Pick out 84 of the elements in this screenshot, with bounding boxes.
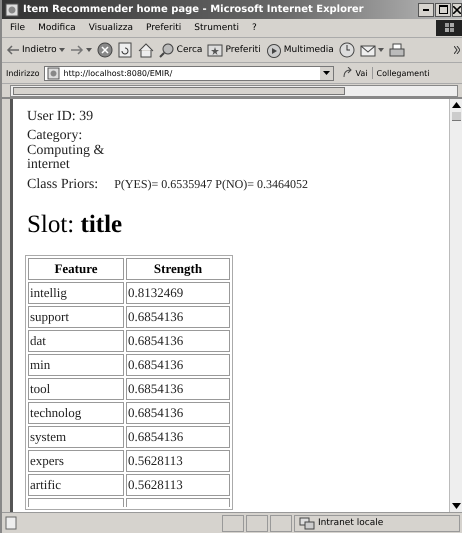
chevron-icon (454, 46, 460, 54)
status-pane (246, 514, 268, 532)
column-header: Feature (28, 258, 124, 280)
history-button[interactable] (338, 42, 355, 58)
column-header: Strength (126, 258, 230, 280)
table-cell: expers (28, 450, 124, 472)
stop-button[interactable] (96, 42, 113, 58)
scrollbar-thumb[interactable] (452, 112, 460, 121)
scrollbar-thumb[interactable] (13, 87, 345, 95)
browser-icon (5, 2, 19, 16)
dropdown-caret-icon (322, 71, 330, 75)
table-cell: technolog (28, 402, 124, 424)
class-priors-label: Class Priors: (27, 177, 98, 194)
table-cell: 0.6854136 (126, 402, 230, 424)
page-icon (46, 66, 60, 80)
table-cell: 0.5628113 (126, 450, 230, 472)
minimize-icon (423, 8, 429, 10)
dropdown-caret-icon (378, 48, 384, 52)
table-cell: artific (28, 474, 124, 496)
status-pane (222, 514, 244, 532)
table-cell: tool (28, 378, 124, 400)
forward-button[interactable] (70, 44, 92, 56)
table-cell: system (28, 426, 124, 448)
table-cell: 0.6854136 (126, 306, 230, 328)
table-cell: dat (28, 330, 124, 352)
menu-item[interactable]: Visualizza (88, 23, 134, 33)
address-label: Indirizzo (6, 68, 40, 78)
dropdown-caret-icon (58, 48, 65, 52)
mail-icon (360, 42, 376, 58)
maximize-icon (438, 5, 448, 14)
mail-button[interactable] (360, 42, 384, 58)
back-button[interactable]: Indietro (6, 44, 65, 56)
search-button[interactable]: Cerca (158, 42, 202, 58)
go-button[interactable]: Vai (338, 67, 373, 79)
table-cell: 0.6854136 (126, 378, 230, 400)
print-button[interactable] (388, 42, 405, 58)
clock-icon (338, 42, 355, 58)
table-cell: min (28, 354, 124, 376)
forward-arrow-icon (70, 44, 84, 56)
table-cell: 0.5628113 (126, 474, 230, 496)
intranet-icon (299, 516, 315, 530)
status-pane (270, 514, 292, 532)
printer-icon (388, 42, 405, 58)
close-button[interactable] (452, 2, 462, 16)
table-cell: intellig (28, 282, 124, 304)
category-text: Category: Computing & internet (27, 129, 106, 174)
horizontal-scrollbar[interactable] (10, 85, 458, 97)
back-arrow-icon (6, 44, 20, 56)
links-button[interactable]: Collegamenti (376, 68, 430, 78)
home-icon (138, 42, 154, 58)
scroll-down-icon[interactable] (452, 503, 460, 509)
table-cell: 0.8132469 (126, 282, 230, 304)
dropdown-button[interactable] (320, 66, 333, 80)
home-button[interactable] (138, 42, 154, 58)
menu-item[interactable]: ? (252, 23, 257, 33)
table-cell: support (28, 306, 124, 328)
vertical-scrollbar[interactable] (449, 99, 462, 512)
maximize-button[interactable] (435, 2, 451, 16)
user-id-text: User ID: 39 (27, 109, 94, 125)
menu-item[interactable]: Preferiti (146, 23, 182, 33)
menu-item[interactable]: Modifica (38, 23, 76, 33)
window-title: Item Recommender home page - Microsoft Internet Explorer (23, 4, 365, 15)
page-refresh-icon (118, 42, 133, 58)
address-field[interactable]: http://localhost:8080/EMIR/ (44, 66, 334, 80)
table-cell: 0.6854136 (126, 354, 230, 376)
refresh-button[interactable] (118, 42, 133, 58)
scroll-up-icon[interactable] (452, 102, 460, 108)
close-icon (453, 6, 461, 14)
menu-item[interactable]: Strumenti (194, 23, 239, 33)
class-priors-value: P(YES)= 0.6535947 P(NO)= 0.3464052 (114, 177, 308, 192)
table-cell: 0.6854136 (126, 426, 230, 448)
media-icon (266, 42, 282, 58)
media-button[interactable]: Multimedia (266, 42, 334, 58)
dropdown-caret-icon (86, 48, 92, 52)
zone-text: Intranet locale (318, 518, 384, 528)
menu-item[interactable]: File (10, 23, 26, 33)
stop-icon (96, 42, 113, 58)
go-arrow-icon (342, 67, 354, 79)
table-cell: 0.6854136 (126, 330, 230, 352)
favorites-button[interactable]: Preferiti (207, 43, 261, 57)
page-icon (4, 516, 18, 530)
slot-heading: Slot: title (27, 211, 124, 240)
search-icon (158, 42, 175, 58)
minimize-button[interactable] (418, 2, 434, 16)
